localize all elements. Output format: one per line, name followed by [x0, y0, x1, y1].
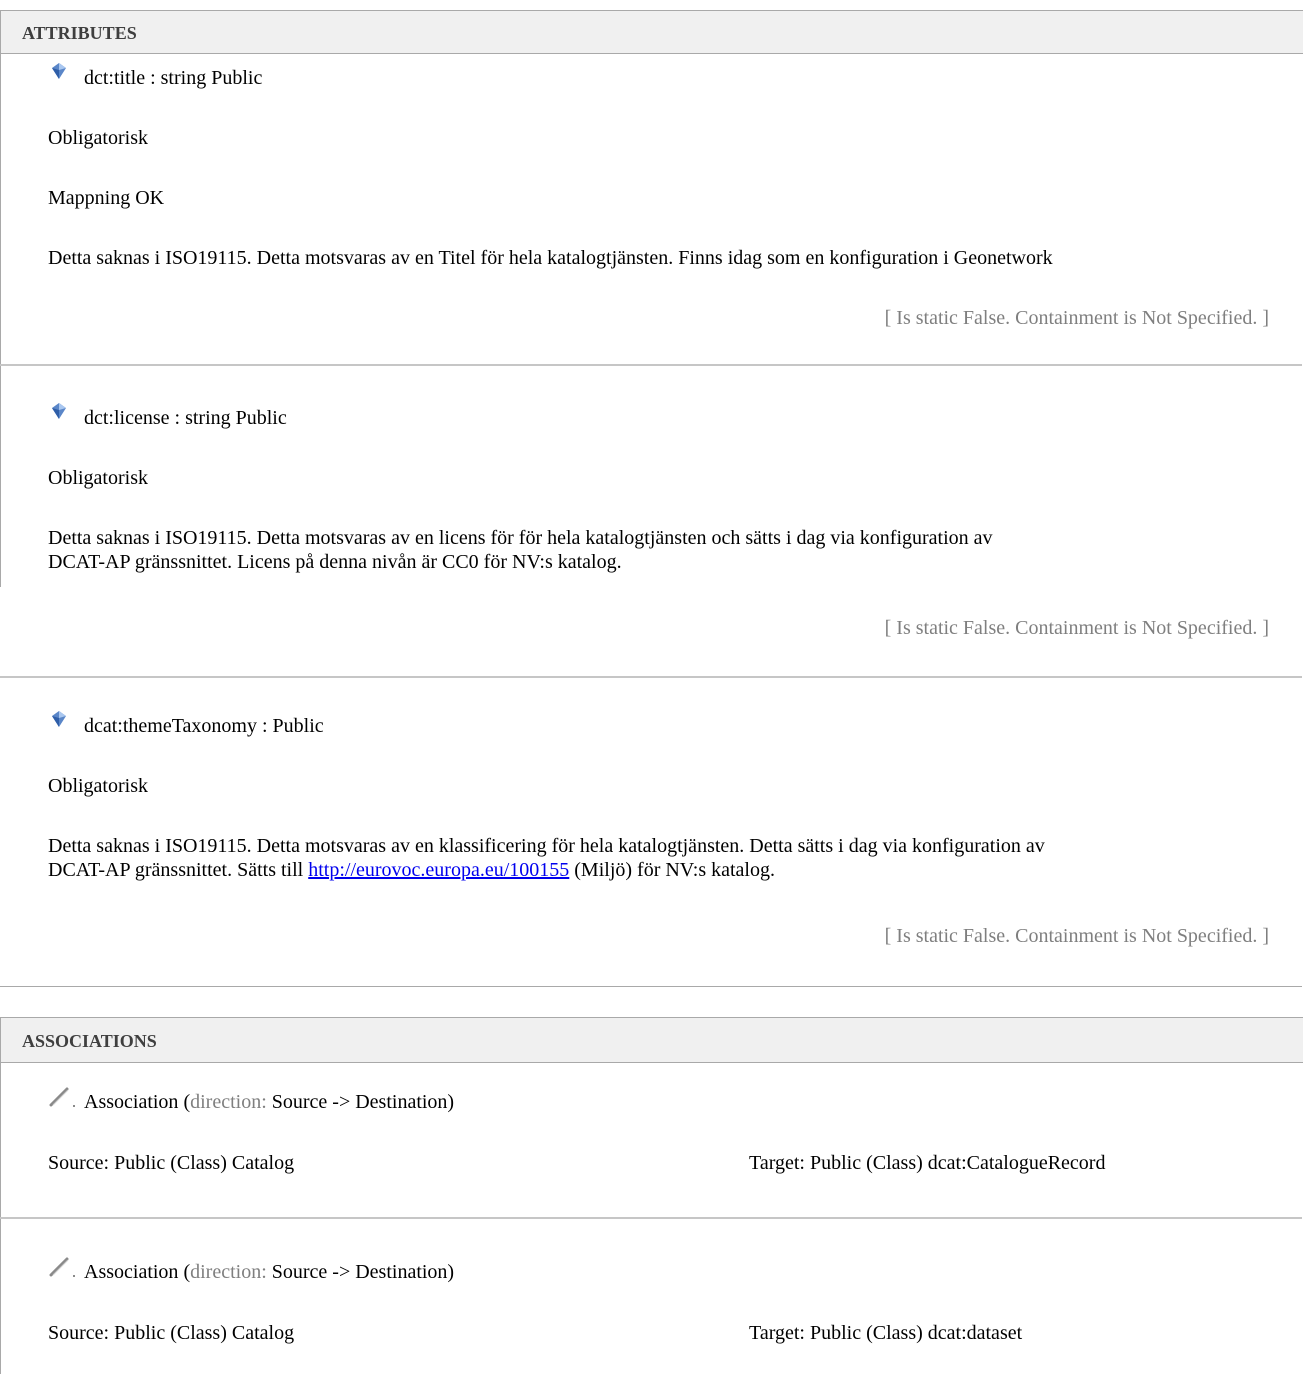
association-label: Association	[84, 1261, 179, 1283]
pencil-icon	[49, 1257, 75, 1277]
associations-header: ASSOCIATIONS	[1, 1017, 1303, 1063]
attribute-signature: dct:title : string Public	[84, 67, 263, 89]
attribute-signature: dct:license : string Public	[84, 407, 287, 429]
association-separator	[0, 1217, 1302, 1219]
attributes-header: ATTRIBUTES	[1, 10, 1303, 54]
association-target: Target: Public (Class) dcat:CatalogueRec…	[749, 1152, 1106, 1174]
attribute-description-line2: DCAT-AP gränssnittet. Licens på denna ni…	[48, 551, 622, 573]
association-direction-value: Source -> Destination)	[266, 1091, 455, 1113]
attributes-panel: ATTRIBUTES	[0, 10, 1303, 587]
attribute-required: Obligatorisk	[48, 775, 148, 797]
association-direction-key: direction:	[190, 1261, 267, 1283]
association-label: Association	[84, 1091, 179, 1113]
attribute-meta: [ Is static False. Containment is Not Sp…	[884, 925, 1269, 947]
association-source: Source: Public (Class) Catalog	[48, 1322, 295, 1344]
association-title: Association (direction: Source -> Destin…	[84, 1090, 454, 1114]
attribute-meta: [ Is static False. Containment is Not Sp…	[884, 307, 1269, 329]
attribute-description-line2: DCAT-AP gränssnittet. Sätts till http://…	[48, 858, 775, 882]
attribute-separator	[0, 676, 1302, 678]
attribute-meta: [ Is static False. Containment is Not Sp…	[884, 617, 1269, 639]
association-target: Target: Public (Class) dcat:dataset	[749, 1322, 1023, 1344]
association-source: Source: Public (Class) Catalog	[48, 1152, 295, 1174]
association-dir-open: (	[178, 1091, 191, 1113]
attribute-gem-icon	[52, 63, 66, 79]
attributes-panel-bottom	[0, 986, 1302, 987]
association-title: Association (direction: Source -> Destin…	[84, 1260, 454, 1284]
association-direction-key: direction:	[190, 1091, 267, 1113]
attribute-required: Obligatorisk	[48, 127, 148, 149]
association-dir-open: (	[178, 1261, 191, 1283]
eurovoc-link[interactable]: http://eurovoc.europa.eu/100155	[308, 859, 569, 881]
association-direction-value: Source -> Destination)	[266, 1261, 455, 1283]
attribute-description-line1: Detta saknas i ISO19115. Detta motsvaras…	[48, 527, 993, 549]
attribute-gem-icon	[52, 711, 66, 727]
attribute-gem-icon	[52, 403, 66, 419]
attribute-signature: dcat:themeTaxonomy : Public	[84, 715, 324, 737]
attribute-description: Detta saknas i ISO19115. Detta motsvaras…	[48, 247, 1053, 269]
attribute-separator	[0, 364, 1302, 366]
attribute-required: Obligatorisk	[48, 467, 148, 489]
description-suffix: (Miljö) för NV:s katalog.	[569, 859, 775, 881]
attribute-description-line1: Detta saknas i ISO19115. Detta motsvaras…	[48, 835, 1045, 857]
pencil-icon	[49, 1087, 75, 1107]
attribute-mapping: Mappning OK	[48, 187, 165, 209]
description-prefix: DCAT-AP gränssnittet. Sätts till	[48, 859, 309, 881]
